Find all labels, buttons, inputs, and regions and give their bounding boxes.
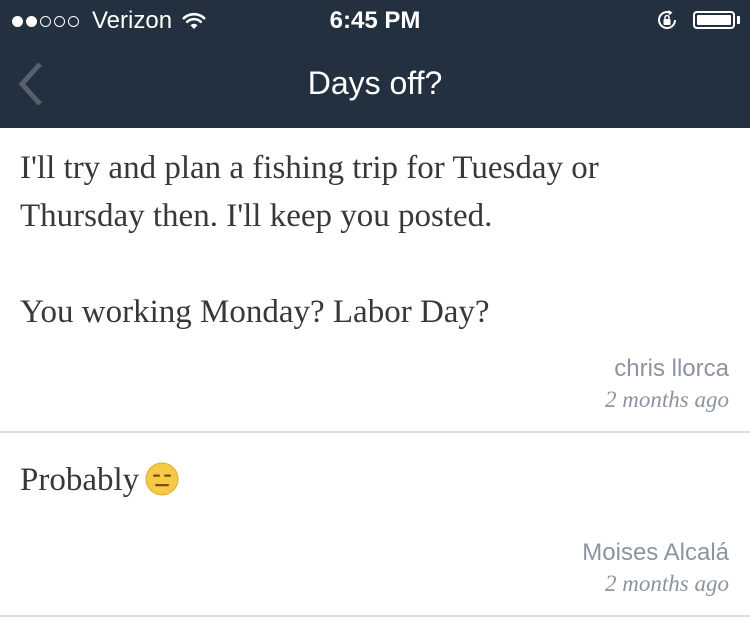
- post-body-container: Probably: [20, 456, 720, 504]
- status-bar-right: [655, 8, 740, 32]
- post-author[interactable]: Moises Alcalá: [582, 539, 729, 567]
- post-item: Probably Moises Alcalá 2 months ago: [0, 433, 750, 617]
- post-author[interactable]: chris llorca: [614, 355, 729, 383]
- navigation-bar: Days off?: [0, 40, 750, 128]
- battery-tip: [737, 16, 740, 24]
- battery-fill: [697, 15, 731, 25]
- expressionless-face-icon: [145, 462, 179, 496]
- post-body: Probably: [20, 462, 140, 498]
- post-item: I'll try and plan a fishing trip for Tue…: [0, 128, 750, 433]
- page-title: Days off?: [307, 65, 443, 101]
- battery-icon: [693, 11, 735, 29]
- status-bar: Verizon 6:45 PM: [0, 0, 750, 40]
- rotation-lock-icon: [658, 10, 676, 29]
- post-timestamp: 2 months ago: [605, 387, 729, 412]
- post-timestamp: 2 months ago: [605, 571, 729, 596]
- post-body: I'll try and plan a fishing trip for Tue…: [20, 150, 599, 330]
- status-time: 6:45 PM: [329, 7, 421, 34]
